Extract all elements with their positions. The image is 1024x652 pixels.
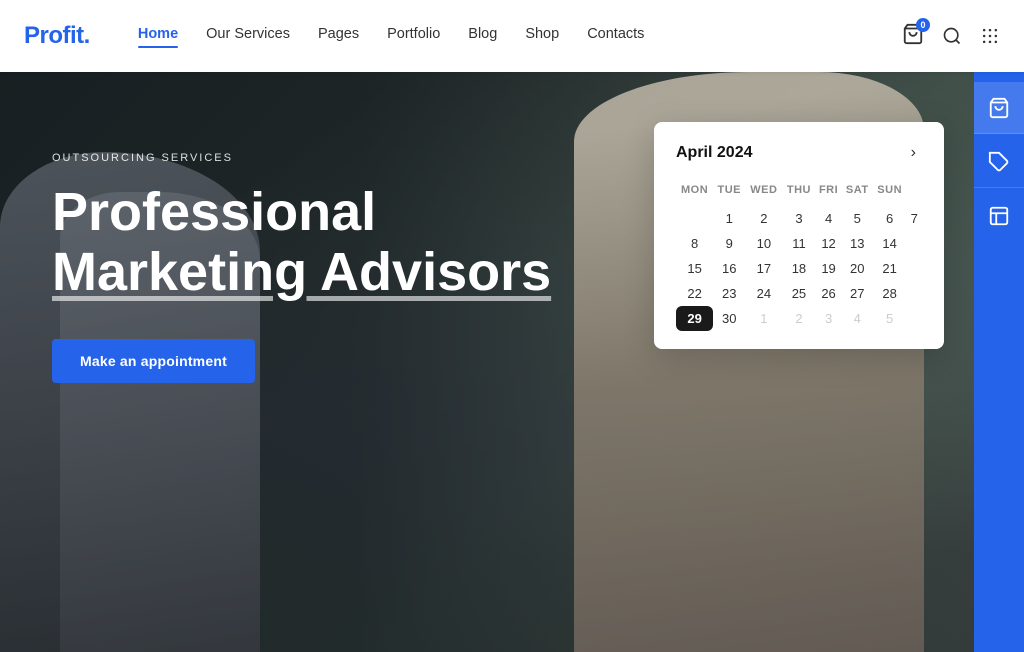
cal-day-27[interactable]: 27 — [842, 281, 873, 306]
sidebar-cart-icon — [988, 97, 1010, 119]
sidebar-cart-button[interactable] — [974, 82, 1024, 134]
cal-day-5[interactable]: 5 — [842, 206, 873, 231]
nav-contacts[interactable]: Contacts — [587, 26, 644, 46]
main-nav: Home Our Services Pages Portfolio Blog S… — [138, 26, 902, 46]
right-sidebar — [974, 72, 1024, 652]
cart-button[interactable]: 0 — [902, 23, 924, 50]
header: Profit. Home Our Services Pages Portfoli… — [0, 0, 1024, 72]
calendar-header: April 2024 › — [676, 142, 922, 164]
cal-day-5[interactable]: 5 — [873, 306, 907, 331]
calendar-next-button[interactable]: › — [905, 142, 922, 164]
calendar-day-headers: MON TUE WED THU FRI SAT SUN — [676, 180, 922, 206]
nav-blog[interactable]: Blog — [468, 26, 497, 46]
cal-day-6[interactable]: 6 — [873, 206, 907, 231]
header-icons: 0 — [902, 23, 1000, 50]
cal-day-3[interactable]: 3 — [815, 306, 841, 331]
calendar-week-2: 15161718192021 — [676, 256, 922, 281]
search-button[interactable] — [942, 26, 962, 46]
cal-header-sun: SUN — [873, 180, 907, 206]
cal-day-28[interactable]: 28 — [873, 281, 907, 306]
calendar-week-3: 22232425262728 — [676, 281, 922, 306]
logo-text: Profit — [24, 22, 84, 49]
hero-section: Outsourcing Services Professional Market… — [0, 72, 1024, 652]
cal-day-14[interactable]: 14 — [873, 231, 907, 256]
search-icon — [942, 26, 962, 46]
calendar-week-4: 293012345 — [676, 306, 922, 331]
cal-day-3[interactable]: 3 — [782, 206, 815, 231]
cal-header-fri: FRI — [815, 180, 841, 206]
cal-day-24[interactable]: 24 — [745, 281, 782, 306]
cal-day-22[interactable]: 22 — [676, 281, 713, 306]
cal-day-2[interactable]: 2 — [745, 206, 782, 231]
cal-day-13[interactable]: 13 — [842, 231, 873, 256]
cart-badge: 0 — [916, 18, 930, 32]
cal-header-tue: TUE — [713, 180, 745, 206]
calendar-month-year: April 2024 — [676, 144, 752, 162]
appointment-button[interactable]: Make an appointment — [52, 339, 255, 383]
sidebar-tag-icon — [988, 151, 1010, 173]
cal-day-15[interactable]: 15 — [676, 256, 713, 281]
cal-day-20[interactable]: 20 — [842, 256, 873, 281]
logo[interactable]: Profit. — [24, 22, 90, 50]
nav-portfolio[interactable]: Portfolio — [387, 26, 440, 46]
hero-title-line2: Marketing Advisors — [52, 242, 551, 302]
cal-header-mon: MON — [676, 180, 713, 206]
cal-day-7[interactable]: 7 — [907, 206, 922, 231]
cal-day-29[interactable]: 29 — [676, 306, 713, 331]
cal-day-18[interactable]: 18 — [782, 256, 815, 281]
nav-home[interactable]: Home — [138, 26, 178, 46]
apps-button[interactable] — [980, 26, 1000, 46]
hero-title-line1: Professional — [52, 182, 376, 242]
calendar-week-1: 891011121314 — [676, 231, 922, 256]
nav-shop[interactable]: Shop — [525, 26, 559, 46]
cal-day-1[interactable]: 1 — [713, 206, 745, 231]
cal-day-9[interactable]: 9 — [713, 231, 745, 256]
cal-day-25[interactable]: 25 — [782, 281, 815, 306]
cal-day-11[interactable]: 11 — [782, 231, 815, 256]
hero-tag: Outsourcing Services — [52, 152, 551, 164]
cal-day-2[interactable]: 2 — [782, 306, 815, 331]
cal-day-12[interactable]: 12 — [815, 231, 841, 256]
cal-day-8[interactable]: 8 — [676, 231, 713, 256]
hero-title: Professional Marketing Advisors — [52, 182, 551, 303]
calendar-week-0: 1234567 — [676, 206, 922, 231]
cal-header-sat: SAT — [842, 180, 873, 206]
cal-day-23[interactable]: 23 — [713, 281, 745, 306]
cal-day-4[interactable]: 4 — [815, 206, 841, 231]
calendar-popup: April 2024 › MON TUE WED THU FRI SAT SUN… — [654, 122, 944, 349]
cal-day-16[interactable]: 16 — [713, 256, 745, 281]
grid-icon — [980, 26, 1000, 46]
cal-header-wed: WED — [745, 180, 782, 206]
cal-day-1[interactable]: 1 — [745, 306, 782, 331]
sidebar-tag-button[interactable] — [974, 136, 1024, 188]
cal-day-19[interactable]: 19 — [815, 256, 841, 281]
cal-day-21[interactable]: 21 — [873, 256, 907, 281]
calendar-grid: MON TUE WED THU FRI SAT SUN 123456789101… — [676, 180, 922, 331]
cal-empty — [676, 206, 713, 231]
cal-day-30[interactable]: 30 — [713, 306, 745, 331]
nav-our-services[interactable]: Our Services — [206, 26, 290, 46]
nav-pages[interactable]: Pages — [318, 26, 359, 46]
cal-day-26[interactable]: 26 — [815, 281, 841, 306]
sidebar-layout-icon — [988, 205, 1010, 227]
sidebar-layout-button[interactable] — [974, 190, 1024, 242]
cal-day-4[interactable]: 4 — [842, 306, 873, 331]
cal-day-10[interactable]: 10 — [745, 231, 782, 256]
cal-day-17[interactable]: 17 — [745, 256, 782, 281]
logo-dot: . — [84, 22, 90, 49]
cal-header-thu: THU — [782, 180, 815, 206]
